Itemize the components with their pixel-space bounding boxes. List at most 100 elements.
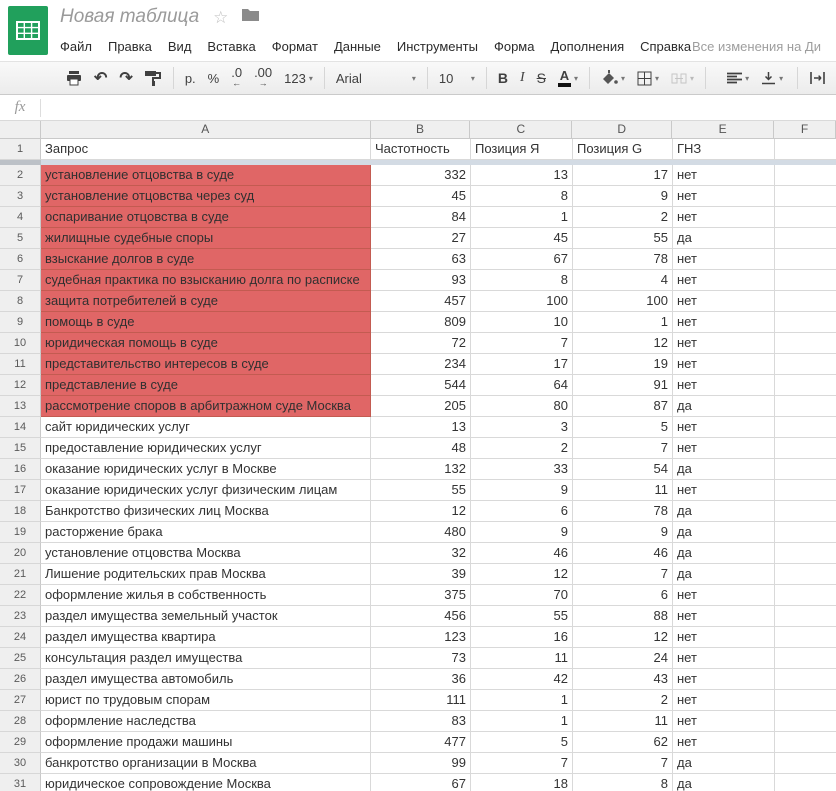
cell-E21[interactable]: да (673, 564, 775, 585)
cell-D6[interactable]: 78 (573, 249, 673, 270)
cell-D7[interactable]: 4 (573, 270, 673, 291)
row-number[interactable]: 26 (0, 669, 41, 690)
italic-button[interactable]: I (514, 66, 531, 90)
cell-A14[interactable]: сайт юридических услуг (41, 417, 371, 438)
cell-D14[interactable]: 5 (573, 417, 673, 438)
cell-E7[interactable]: нет (673, 270, 775, 291)
column-header-C[interactable]: C (470, 121, 572, 139)
cell-E18[interactable]: да (673, 501, 775, 522)
cell-C2[interactable]: 13 (471, 165, 573, 186)
star-icon[interactable]: ☆ (213, 9, 228, 26)
column-header-A[interactable]: A (41, 121, 371, 139)
cell-D22[interactable]: 6 (573, 585, 673, 606)
cell-E13[interactable]: да (673, 396, 775, 417)
cell-E9[interactable]: нет (673, 312, 775, 333)
cell-F13[interactable] (775, 396, 836, 417)
row-number[interactable]: 1 (0, 139, 41, 160)
cell-C4[interactable]: 1 (471, 207, 573, 228)
cell-D9[interactable]: 1 (573, 312, 673, 333)
cell-C1[interactable]: Позиция Я (471, 139, 573, 160)
cell-F4[interactable] (775, 207, 836, 228)
cell-D13[interactable]: 87 (573, 396, 673, 417)
cell-E14[interactable]: нет (673, 417, 775, 438)
cell-A27[interactable]: юрист по трудовым спорам (41, 690, 371, 711)
cell-F21[interactable] (775, 564, 836, 585)
cell-B11[interactable]: 234 (371, 354, 471, 375)
cell-A12[interactable]: представление в суде (41, 375, 371, 396)
cell-A13[interactable]: рассмотрение споров в арбитражном суде М… (41, 396, 371, 417)
cell-D10[interactable]: 12 (573, 333, 673, 354)
cell-B29[interactable]: 477 (371, 732, 471, 753)
cell-F10[interactable] (775, 333, 836, 354)
cell-C12[interactable]: 64 (471, 375, 573, 396)
column-header-D[interactable]: D (572, 121, 672, 139)
cell-A22[interactable]: оформление жилья в собственность (41, 585, 371, 606)
cell-D27[interactable]: 2 (573, 690, 673, 711)
cell-C9[interactable]: 10 (471, 312, 573, 333)
cell-B19[interactable]: 480 (371, 522, 471, 543)
cell-C30[interactable]: 7 (471, 753, 573, 774)
row-number[interactable]: 10 (0, 333, 41, 354)
cell-C6[interactable]: 67 (471, 249, 573, 270)
cell-D19[interactable]: 9 (573, 522, 673, 543)
cell-C23[interactable]: 55 (471, 606, 573, 627)
cell-D21[interactable]: 7 (573, 564, 673, 585)
cell-A17[interactable]: оказание юридических услуг физическим ли… (41, 480, 371, 501)
strikethrough-button[interactable]: S (531, 66, 552, 90)
cell-B3[interactable]: 45 (371, 186, 471, 207)
cell-A11[interactable]: представительство интересов в суде (41, 354, 371, 375)
vertical-align-button[interactable]: ▾ (755, 66, 789, 90)
cell-C11[interactable]: 17 (471, 354, 573, 375)
cell-F19[interactable] (775, 522, 836, 543)
cell-B14[interactable]: 13 (371, 417, 471, 438)
cell-F12[interactable] (775, 375, 836, 396)
cell-B16[interactable]: 132 (371, 459, 471, 480)
cell-E6[interactable]: нет (673, 249, 775, 270)
cell-C5[interactable]: 45 (471, 228, 573, 249)
cell-B18[interactable]: 12 (371, 501, 471, 522)
cell-C29[interactable]: 5 (471, 732, 573, 753)
bold-button[interactable]: B (492, 66, 514, 90)
cell-B31[interactable]: 67 (371, 774, 471, 791)
cell-B13[interactable]: 205 (371, 396, 471, 417)
menu-item[interactable]: Данные (326, 36, 389, 57)
wrap-text-button[interactable] (803, 66, 832, 90)
cell-A21[interactable]: Лишение родительских прав Москва (41, 564, 371, 585)
column-header-B[interactable]: B (371, 121, 471, 139)
cell-B21[interactable]: 39 (371, 564, 471, 585)
row-number[interactable]: 27 (0, 690, 41, 711)
fill-color-button[interactable]: ▾ (595, 66, 631, 90)
cell-C14[interactable]: 3 (471, 417, 573, 438)
cell-E29[interactable]: нет (673, 732, 775, 753)
cell-F23[interactable] (775, 606, 836, 627)
cell-B12[interactable]: 544 (371, 375, 471, 396)
cell-A2[interactable]: установление отцовства в суде (41, 165, 371, 186)
paint-format-button[interactable] (139, 66, 168, 90)
cell-F5[interactable] (775, 228, 836, 249)
cell-D11[interactable]: 19 (573, 354, 673, 375)
cell-D17[interactable]: 11 (573, 480, 673, 501)
cell-A23[interactable]: раздел имущества земельный участок (41, 606, 371, 627)
sheets-logo-icon[interactable] (8, 6, 48, 55)
cell-F2[interactable] (775, 165, 836, 186)
row-number[interactable]: 7 (0, 270, 41, 291)
row-number[interactable]: 14 (0, 417, 41, 438)
cell-F11[interactable] (775, 354, 836, 375)
cell-E10[interactable]: нет (673, 333, 775, 354)
cell-E4[interactable]: нет (673, 207, 775, 228)
row-number[interactable]: 16 (0, 459, 41, 480)
cell-A1[interactable]: Запрос (41, 139, 371, 160)
cell-C25[interactable]: 11 (471, 648, 573, 669)
cell-E30[interactable]: да (673, 753, 775, 774)
cell-E1[interactable]: ГНЗ (673, 139, 775, 160)
cell-D20[interactable]: 46 (573, 543, 673, 564)
cell-E20[interactable]: да (673, 543, 775, 564)
cell-B6[interactable]: 63 (371, 249, 471, 270)
cell-D24[interactable]: 12 (573, 627, 673, 648)
cell-C13[interactable]: 80 (471, 396, 573, 417)
cell-B17[interactable]: 55 (371, 480, 471, 501)
cell-A10[interactable]: юридическая помощь в суде (41, 333, 371, 354)
row-number[interactable]: 28 (0, 711, 41, 732)
redo-button[interactable]: ↷ (113, 66, 138, 90)
cell-D18[interactable]: 78 (573, 501, 673, 522)
